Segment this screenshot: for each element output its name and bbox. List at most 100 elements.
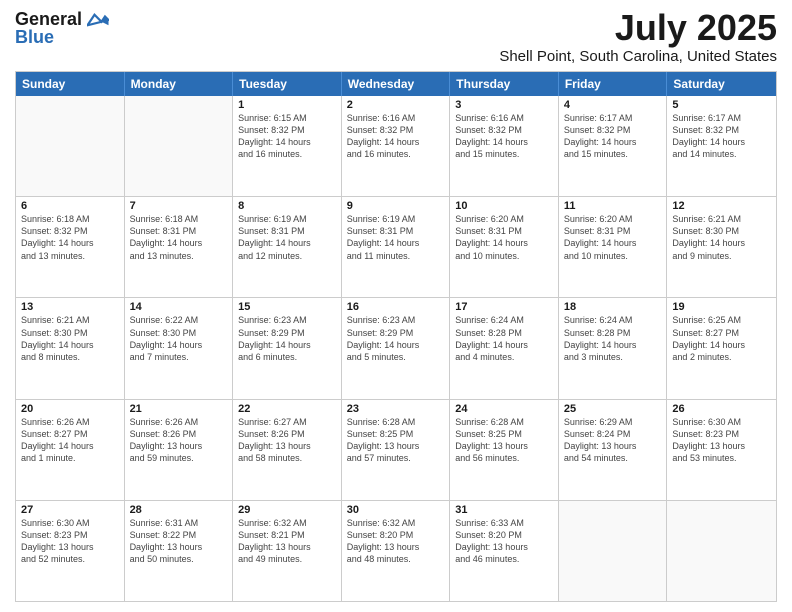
day-num-3-2: 22 [238, 403, 336, 415]
day-info-2-5: Sunrise: 6:24 AM Sunset: 8:28 PM Dayligh… [564, 314, 662, 363]
cal-row-2: 13Sunrise: 6:21 AM Sunset: 8:30 PM Dayli… [16, 297, 776, 398]
weekday-friday: Friday [559, 72, 668, 96]
weekday-thursday: Thursday [450, 72, 559, 96]
day-info-0-2: Sunrise: 6:15 AM Sunset: 8:32 PM Dayligh… [238, 112, 336, 161]
cal-cell-4-6 [667, 501, 776, 601]
day-num-3-0: 20 [21, 403, 119, 415]
calendar: Sunday Monday Tuesday Wednesday Thursday… [15, 71, 777, 602]
cal-cell-3-5: 25Sunrise: 6:29 AM Sunset: 8:24 PM Dayli… [559, 400, 668, 500]
cal-cell-0-4: 3Sunrise: 6:16 AM Sunset: 8:32 PM Daylig… [450, 96, 559, 196]
cal-cell-2-0: 13Sunrise: 6:21 AM Sunset: 8:30 PM Dayli… [16, 298, 125, 398]
day-num-3-1: 21 [130, 403, 228, 415]
cal-cell-4-5 [559, 501, 668, 601]
day-info-3-4: Sunrise: 6:28 AM Sunset: 8:25 PM Dayligh… [455, 416, 553, 465]
cal-row-3: 20Sunrise: 6:26 AM Sunset: 8:27 PM Dayli… [16, 399, 776, 500]
day-info-4-0: Sunrise: 6:30 AM Sunset: 8:23 PM Dayligh… [21, 517, 119, 566]
day-num-4-4: 31 [455, 504, 553, 516]
logo-line1: General [15, 10, 109, 28]
day-num-0-3: 2 [347, 99, 445, 111]
day-num-3-3: 23 [347, 403, 445, 415]
day-num-1-1: 7 [130, 200, 228, 212]
month-title: July 2025 [499, 10, 777, 46]
day-num-0-2: 1 [238, 99, 336, 111]
cal-cell-3-2: 22Sunrise: 6:27 AM Sunset: 8:26 PM Dayli… [233, 400, 342, 500]
cal-cell-1-4: 10Sunrise: 6:20 AM Sunset: 8:31 PM Dayli… [450, 197, 559, 297]
day-info-1-6: Sunrise: 6:21 AM Sunset: 8:30 PM Dayligh… [672, 213, 771, 262]
cal-cell-0-0 [16, 96, 125, 196]
day-info-3-5: Sunrise: 6:29 AM Sunset: 8:24 PM Dayligh… [564, 416, 662, 465]
day-info-0-4: Sunrise: 6:16 AM Sunset: 8:32 PM Dayligh… [455, 112, 553, 161]
calendar-header: Sunday Monday Tuesday Wednesday Thursday… [16, 72, 776, 96]
day-num-2-0: 13 [21, 301, 119, 313]
weekday-wednesday: Wednesday [342, 72, 451, 96]
day-num-1-6: 12 [672, 200, 771, 212]
day-info-2-0: Sunrise: 6:21 AM Sunset: 8:30 PM Dayligh… [21, 314, 119, 363]
weekday-monday: Monday [125, 72, 234, 96]
cal-cell-1-1: 7Sunrise: 6:18 AM Sunset: 8:31 PM Daylig… [125, 197, 234, 297]
day-info-2-1: Sunrise: 6:22 AM Sunset: 8:30 PM Dayligh… [130, 314, 228, 363]
day-info-3-2: Sunrise: 6:27 AM Sunset: 8:26 PM Dayligh… [238, 416, 336, 465]
logo: General Blue [15, 10, 109, 46]
cal-cell-3-4: 24Sunrise: 6:28 AM Sunset: 8:25 PM Dayli… [450, 400, 559, 500]
location-title: Shell Point, South Carolina, United Stat… [499, 48, 777, 65]
cal-cell-2-3: 16Sunrise: 6:23 AM Sunset: 8:29 PM Dayli… [342, 298, 451, 398]
day-num-2-6: 19 [672, 301, 771, 313]
header: General Blue July 2025 Shell Point, Sout… [15, 10, 777, 65]
cal-cell-0-1 [125, 96, 234, 196]
day-info-2-4: Sunrise: 6:24 AM Sunset: 8:28 PM Dayligh… [455, 314, 553, 363]
day-info-0-5: Sunrise: 6:17 AM Sunset: 8:32 PM Dayligh… [564, 112, 662, 161]
day-num-0-4: 3 [455, 99, 553, 111]
day-info-0-3: Sunrise: 6:16 AM Sunset: 8:32 PM Dayligh… [347, 112, 445, 161]
day-num-2-2: 15 [238, 301, 336, 313]
day-num-1-4: 10 [455, 200, 553, 212]
day-num-0-5: 4 [564, 99, 662, 111]
day-info-1-3: Sunrise: 6:19 AM Sunset: 8:31 PM Dayligh… [347, 213, 445, 262]
cal-cell-4-0: 27Sunrise: 6:30 AM Sunset: 8:23 PM Dayli… [16, 501, 125, 601]
cal-row-4: 27Sunrise: 6:30 AM Sunset: 8:23 PM Dayli… [16, 500, 776, 601]
day-num-4-2: 29 [238, 504, 336, 516]
day-num-3-4: 24 [455, 403, 553, 415]
day-info-2-3: Sunrise: 6:23 AM Sunset: 8:29 PM Dayligh… [347, 314, 445, 363]
cal-cell-1-3: 9Sunrise: 6:19 AM Sunset: 8:31 PM Daylig… [342, 197, 451, 297]
day-num-3-5: 25 [564, 403, 662, 415]
cal-cell-3-6: 26Sunrise: 6:30 AM Sunset: 8:23 PM Dayli… [667, 400, 776, 500]
cal-cell-4-2: 29Sunrise: 6:32 AM Sunset: 8:21 PM Dayli… [233, 501, 342, 601]
page: General Blue July 2025 Shell Point, Sout… [0, 0, 792, 612]
day-info-2-2: Sunrise: 6:23 AM Sunset: 8:29 PM Dayligh… [238, 314, 336, 363]
day-num-2-5: 18 [564, 301, 662, 313]
cal-cell-1-2: 8Sunrise: 6:19 AM Sunset: 8:31 PM Daylig… [233, 197, 342, 297]
day-num-2-1: 14 [130, 301, 228, 313]
day-num-1-5: 11 [564, 200, 662, 212]
logo-line2: Blue [15, 28, 109, 46]
cal-cell-2-5: 18Sunrise: 6:24 AM Sunset: 8:28 PM Dayli… [559, 298, 668, 398]
day-info-1-1: Sunrise: 6:18 AM Sunset: 8:31 PM Dayligh… [130, 213, 228, 262]
day-info-4-4: Sunrise: 6:33 AM Sunset: 8:20 PM Dayligh… [455, 517, 553, 566]
day-num-1-3: 9 [347, 200, 445, 212]
cal-cell-4-3: 30Sunrise: 6:32 AM Sunset: 8:20 PM Dayli… [342, 501, 451, 601]
day-info-3-6: Sunrise: 6:30 AM Sunset: 8:23 PM Dayligh… [672, 416, 771, 465]
calendar-body: 1Sunrise: 6:15 AM Sunset: 8:32 PM Daylig… [16, 96, 776, 601]
cal-cell-0-2: 1Sunrise: 6:15 AM Sunset: 8:32 PM Daylig… [233, 96, 342, 196]
cal-cell-3-1: 21Sunrise: 6:26 AM Sunset: 8:26 PM Dayli… [125, 400, 234, 500]
day-num-0-6: 5 [672, 99, 771, 111]
cal-cell-0-5: 4Sunrise: 6:17 AM Sunset: 8:32 PM Daylig… [559, 96, 668, 196]
cal-cell-2-1: 14Sunrise: 6:22 AM Sunset: 8:30 PM Dayli… [125, 298, 234, 398]
day-info-0-6: Sunrise: 6:17 AM Sunset: 8:32 PM Dayligh… [672, 112, 771, 161]
cal-cell-4-1: 28Sunrise: 6:31 AM Sunset: 8:22 PM Dayli… [125, 501, 234, 601]
day-num-4-0: 27 [21, 504, 119, 516]
day-num-4-3: 30 [347, 504, 445, 516]
cal-cell-1-0: 6Sunrise: 6:18 AM Sunset: 8:32 PM Daylig… [16, 197, 125, 297]
day-info-4-2: Sunrise: 6:32 AM Sunset: 8:21 PM Dayligh… [238, 517, 336, 566]
cal-cell-2-6: 19Sunrise: 6:25 AM Sunset: 8:27 PM Dayli… [667, 298, 776, 398]
title-section: July 2025 Shell Point, South Carolina, U… [499, 10, 777, 65]
day-info-1-0: Sunrise: 6:18 AM Sunset: 8:32 PM Dayligh… [21, 213, 119, 262]
cal-cell-4-4: 31Sunrise: 6:33 AM Sunset: 8:20 PM Dayli… [450, 501, 559, 601]
cal-cell-1-5: 11Sunrise: 6:20 AM Sunset: 8:31 PM Dayli… [559, 197, 668, 297]
weekday-sunday: Sunday [16, 72, 125, 96]
day-num-3-6: 26 [672, 403, 771, 415]
cal-cell-2-2: 15Sunrise: 6:23 AM Sunset: 8:29 PM Dayli… [233, 298, 342, 398]
day-info-1-5: Sunrise: 6:20 AM Sunset: 8:31 PM Dayligh… [564, 213, 662, 262]
cal-cell-1-6: 12Sunrise: 6:21 AM Sunset: 8:30 PM Dayli… [667, 197, 776, 297]
day-info-2-6: Sunrise: 6:25 AM Sunset: 8:27 PM Dayligh… [672, 314, 771, 363]
day-info-4-1: Sunrise: 6:31 AM Sunset: 8:22 PM Dayligh… [130, 517, 228, 566]
